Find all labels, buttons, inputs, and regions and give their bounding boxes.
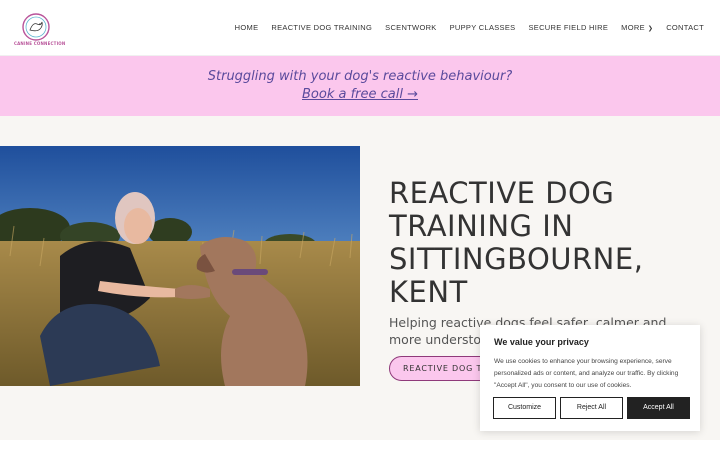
- page-bottom: [0, 440, 720, 450]
- nav-contact[interactable]: CONTACT: [666, 23, 704, 32]
- main-nav: HOME REACTIVE DOG TRAINING SCENTWORK PUP…: [235, 23, 704, 32]
- nav-more[interactable]: MORE ❯: [621, 23, 653, 32]
- reject-all-button[interactable]: Reject All: [560, 397, 623, 419]
- cookie-text: We use cookies to enhance your browsing …: [494, 358, 679, 389]
- nav-reactive-dog-training[interactable]: REACTIVE DOG TRAINING: [271, 23, 372, 32]
- chevron-down-icon: ❯: [647, 26, 654, 32]
- site-header: CANINE CONNECTION HOME REACTIVE DOG TRAI…: [0, 0, 720, 56]
- nav-puppy-classes[interactable]: PUPPY CLASSES: [450, 23, 516, 32]
- banner-question: Struggling with your dog's reactive beha…: [207, 69, 513, 84]
- accept-all-button[interactable]: Accept All: [627, 397, 690, 419]
- cookie-consent-dialog: We value your privacy We use cookies to …: [480, 325, 700, 431]
- promo-banner: Struggling with your dog's reactive beha…: [0, 56, 720, 116]
- logo-text: CANINE CONNECTION: [14, 41, 66, 46]
- cookie-buttons: Customize Reject All Accept All: [493, 397, 690, 419]
- nav-scentwork[interactable]: SCENTWORK: [385, 23, 436, 32]
- nav-home[interactable]: HOME: [235, 23, 259, 32]
- nav-secure-field-hire[interactable]: SECURE FIELD HIRE: [528, 23, 608, 32]
- hero-photo: [0, 146, 360, 386]
- cookie-title: We value your privacy: [494, 337, 589, 347]
- hero-photo-image: [0, 146, 360, 386]
- nav-more-label: MORE: [621, 23, 645, 32]
- book-call-link[interactable]: Book a free call →: [0, 87, 720, 102]
- hero-title: REACTIVE DOG TRAINING IN SITTINGBOURNE, …: [389, 176, 644, 309]
- customize-button[interactable]: Customize: [493, 397, 556, 419]
